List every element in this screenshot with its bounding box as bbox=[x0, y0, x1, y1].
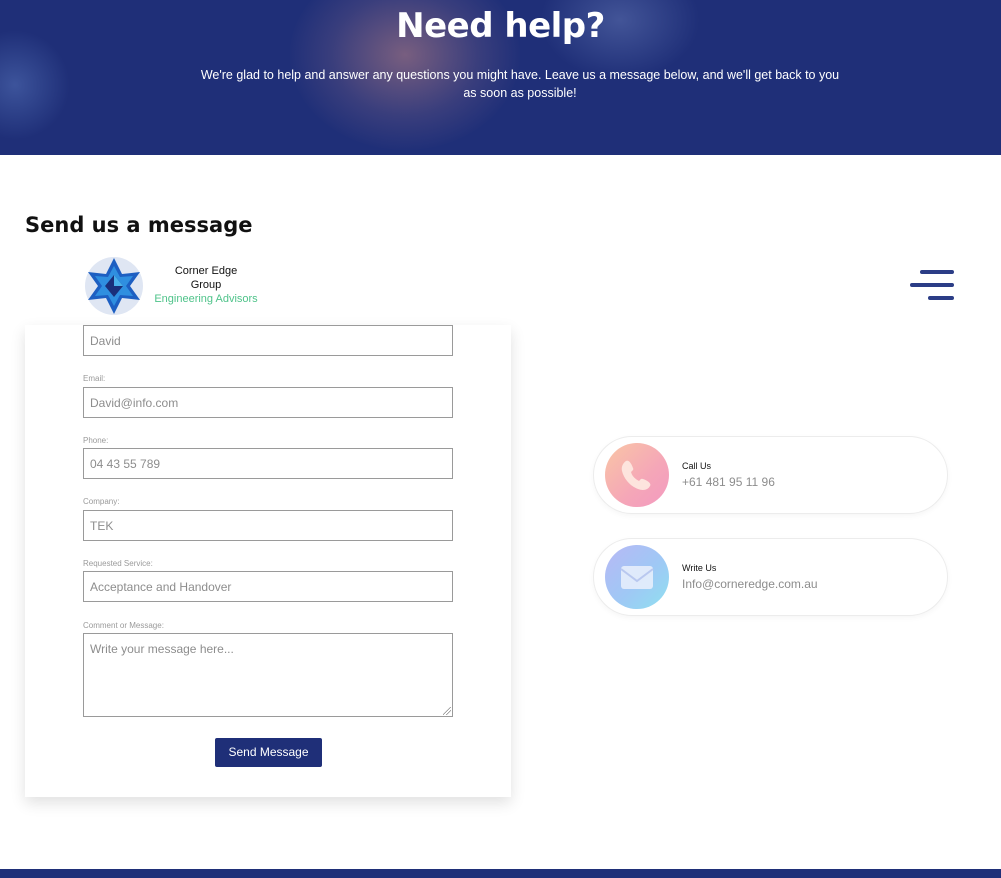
contact-title: Call Us bbox=[682, 461, 712, 471]
name-field[interactable]: David bbox=[83, 325, 453, 356]
contact-title: Write Us bbox=[682, 563, 717, 573]
company-label: Company: bbox=[83, 497, 120, 506]
hero-title: Need help? bbox=[396, 6, 605, 46]
requested-service-field[interactable]: Acceptance and Handover bbox=[83, 571, 453, 602]
message-textarea[interactable]: Write your message here... bbox=[83, 633, 453, 717]
resize-handle-icon[interactable] bbox=[443, 707, 451, 715]
email-address[interactable]: Info@corneredge.com.au bbox=[682, 577, 818, 591]
section-title: Send us a message bbox=[25, 213, 253, 237]
email-label: Email: bbox=[83, 374, 106, 383]
menu-bar bbox=[920, 270, 954, 274]
footer-bar bbox=[0, 869, 1001, 878]
menu-bar bbox=[928, 296, 954, 300]
logo-name-line: Corner Edge bbox=[174, 265, 238, 277]
hamburger-menu-icon[interactable] bbox=[906, 268, 956, 304]
company-logo-icon[interactable] bbox=[83, 255, 145, 317]
phone-label: Phone: bbox=[83, 436, 109, 445]
company-field[interactable]: TEK bbox=[83, 510, 453, 541]
hero-bg-glow bbox=[0, 30, 70, 140]
logo-tagline: Engineering Advisors bbox=[154, 293, 258, 305]
hero-subtitle: We're glad to help and answer any questi… bbox=[200, 68, 840, 100]
phone-number[interactable]: +61 481 95 11 96 bbox=[682, 475, 775, 489]
envelope-icon bbox=[605, 545, 669, 609]
company-logo-text[interactable]: Corner Edge Group Engineering Advisors bbox=[150, 264, 262, 306]
service-label: Requested Service: bbox=[83, 559, 153, 568]
hero-banner: Need help? We're glad to help and answer… bbox=[0, 0, 1001, 155]
message-placeholder: Write your message here... bbox=[90, 642, 234, 656]
send-message-button[interactable]: Send Message bbox=[215, 738, 322, 767]
phone-field[interactable]: 04 43 55 789 bbox=[83, 448, 453, 479]
message-label: Comment or Message: bbox=[83, 621, 164, 630]
write-us-card[interactable]: Write Us Info@corneredge.com.au bbox=[593, 538, 948, 616]
menu-bar bbox=[910, 283, 954, 287]
phone-icon bbox=[605, 443, 669, 507]
call-us-card[interactable]: Call Us +61 481 95 11 96 bbox=[593, 436, 948, 514]
logo-name-line: Group bbox=[190, 279, 222, 291]
email-field[interactable]: David@info.com bbox=[83, 387, 453, 418]
